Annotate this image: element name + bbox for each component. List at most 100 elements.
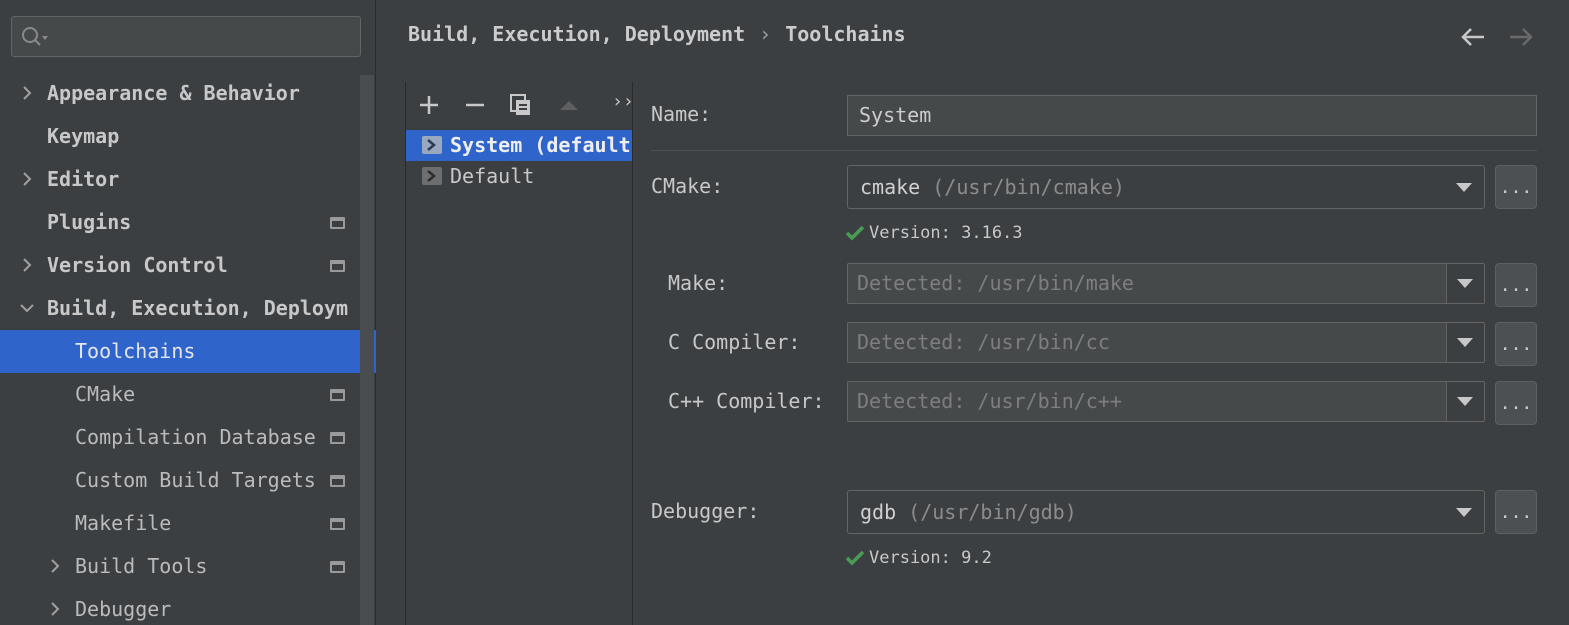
tree-item-build-tools[interactable]: Build Tools (0, 545, 360, 588)
cpp-compiler-value: Detected: /usr/bin/c++ (857, 389, 1122, 413)
tree-item-label: Plugins (47, 210, 132, 234)
breadcrumb: Build, Execution, Deployment › Toolchains (408, 22, 906, 52)
tree-item-toolchains[interactable]: Toolchains (0, 330, 376, 373)
dropdown-arrow-icon (1456, 508, 1472, 517)
tree-item-makefile[interactable]: Makefile (0, 502, 360, 545)
chevron-right-icon[interactable] (48, 602, 62, 616)
cmake-label: CMake: (651, 174, 724, 198)
add-icon[interactable] (416, 92, 442, 118)
tree-item-label: Keymap (47, 124, 120, 148)
tree-item-keymap[interactable]: Keymap (0, 115, 360, 158)
c-compiler-value: Detected: /usr/bin/cc (857, 330, 1110, 354)
cpp-compiler-label: C++ Compiler: (668, 389, 825, 413)
tree-item-label: Makefile (75, 511, 172, 535)
project-settings-icon (330, 561, 345, 573)
chevron-down-icon[interactable] (20, 301, 34, 315)
name-field[interactable]: System (847, 95, 1537, 136)
cmake-value: cmake (860, 175, 921, 199)
debugger-browse-button[interactable]: ... (1495, 490, 1537, 534)
c-compiler-label: C Compiler: (668, 330, 801, 354)
dropdown-arrow-icon (1457, 397, 1473, 406)
more-actions-icon[interactable]: ›› (612, 91, 634, 112)
tree-item-version-control[interactable]: Version Control (0, 244, 360, 287)
cmake-version: Version: 3.16.3 (845, 223, 1023, 243)
tree-item-label: Toolchains (75, 339, 196, 363)
project-settings-icon (330, 389, 345, 401)
move-up-icon[interactable] (556, 92, 582, 118)
debugger-version: Version: 9.2 (845, 548, 992, 568)
dropdown-arrow-icon (1457, 279, 1473, 288)
make-field[interactable]: Detected: /usr/bin/make (847, 263, 1485, 304)
tree-item-label: Appearance & Behavior (47, 81, 300, 105)
dropdown-arrow-icon (1456, 183, 1472, 192)
search-icon (22, 27, 48, 46)
tree-item-appearance[interactable]: Appearance & Behavior (0, 72, 360, 115)
tree-item-label: Debugger (75, 597, 172, 621)
check-icon (845, 550, 865, 566)
toolchains-list: System (default) Default (406, 130, 632, 192)
breadcrumb-parent[interactable]: Build, Execution, Deployment (408, 22, 745, 46)
back-arrow-icon[interactable] (1460, 26, 1486, 48)
cmake-version-text: Version: 3.16.3 (869, 223, 1023, 243)
project-settings-icon (330, 432, 345, 444)
c-compiler-dropdown[interactable] (1446, 323, 1484, 362)
tree-item-label: Custom Build Targets (75, 468, 316, 492)
cmake-combo[interactable]: cmake (/usr/bin/cmake) (847, 165, 1485, 209)
toolchain-label: System (default) (450, 133, 632, 157)
c-compiler-field[interactable]: Detected: /usr/bin/cc (847, 322, 1485, 363)
chevron-right-icon[interactable] (20, 86, 34, 100)
project-settings-icon (330, 518, 345, 530)
debugger-version-text: Version: 9.2 (869, 548, 992, 568)
breadcrumb-current: Toolchains (785, 22, 906, 46)
make-dropdown[interactable] (1446, 264, 1484, 303)
search-input[interactable] (11, 16, 361, 57)
debugger-label: Debugger: (651, 499, 760, 523)
forward-arrow-icon[interactable] (1508, 26, 1534, 48)
toolchain-label: Default (450, 164, 535, 188)
tree-item-compilation-database[interactable]: Compilation Database (0, 416, 360, 459)
tree-item-label: Version Control (47, 253, 228, 277)
cpp-compiler-browse-button[interactable]: ... (1495, 381, 1537, 425)
tree-item-custom-build-targets[interactable]: Custom Build Targets (0, 459, 360, 502)
toolchains-toolbar: ›› (406, 82, 634, 127)
toolchains-panel: ›› System (default) Default (405, 82, 634, 625)
cmake-path: (/usr/bin/cmake) (932, 175, 1125, 199)
cmake-browse-button[interactable]: ... (1495, 165, 1537, 209)
tree-item-editor[interactable]: Editor (0, 158, 360, 201)
sidebar-scrollbar[interactable] (360, 75, 374, 625)
terminal-icon (422, 167, 442, 185)
toolchain-item-system[interactable]: System (default) (406, 130, 632, 161)
debugger-value: gdb (860, 500, 897, 524)
tree-item-build-execution-deployment[interactable]: Build, Execution, Deploym (0, 287, 360, 330)
debugger-combo[interactable]: gdb (/usr/bin/gdb) (847, 490, 1485, 534)
settings-tree: Appearance & Behavior Keymap Editor Plug… (0, 72, 376, 625)
breadcrumb-separator: › (759, 22, 772, 46)
tree-item-label: Editor (47, 167, 120, 191)
toolchain-item-default[interactable]: Default (406, 161, 632, 192)
tree-item-label: CMake (75, 382, 136, 406)
make-browse-button[interactable]: ... (1495, 263, 1537, 307)
tree-item-cmake[interactable]: CMake (0, 373, 360, 416)
c-compiler-browse-button[interactable]: ... (1495, 322, 1537, 366)
terminal-icon (422, 136, 442, 154)
tree-item-label: Compilation Database (75, 425, 316, 449)
cpp-compiler-field[interactable]: Detected: /usr/bin/c++ (847, 381, 1485, 422)
dropdown-arrow-icon (1457, 338, 1473, 347)
cpp-compiler-dropdown[interactable] (1446, 382, 1484, 421)
tree-item-label: Build Tools (75, 554, 208, 578)
settings-sidebar: Appearance & Behavior Keymap Editor Plug… (0, 0, 376, 625)
project-settings-icon (330, 475, 345, 487)
chevron-right-icon[interactable] (48, 559, 62, 573)
chevron-right-icon[interactable] (20, 258, 34, 272)
chevron-right-icon[interactable] (20, 172, 34, 186)
tree-item-plugins[interactable]: Plugins (0, 201, 360, 244)
check-icon (845, 225, 865, 241)
tree-item-debugger[interactable]: Debugger (0, 588, 360, 625)
remove-icon[interactable] (462, 92, 488, 118)
divider (651, 150, 1537, 151)
copy-icon[interactable] (508, 92, 534, 118)
make-value: Detected: /usr/bin/make (857, 271, 1134, 295)
make-label: Make: (668, 271, 729, 295)
debugger-path: (/usr/bin/gdb) (908, 500, 1077, 524)
tree-item-label: Build, Execution, Deploym (47, 296, 349, 320)
